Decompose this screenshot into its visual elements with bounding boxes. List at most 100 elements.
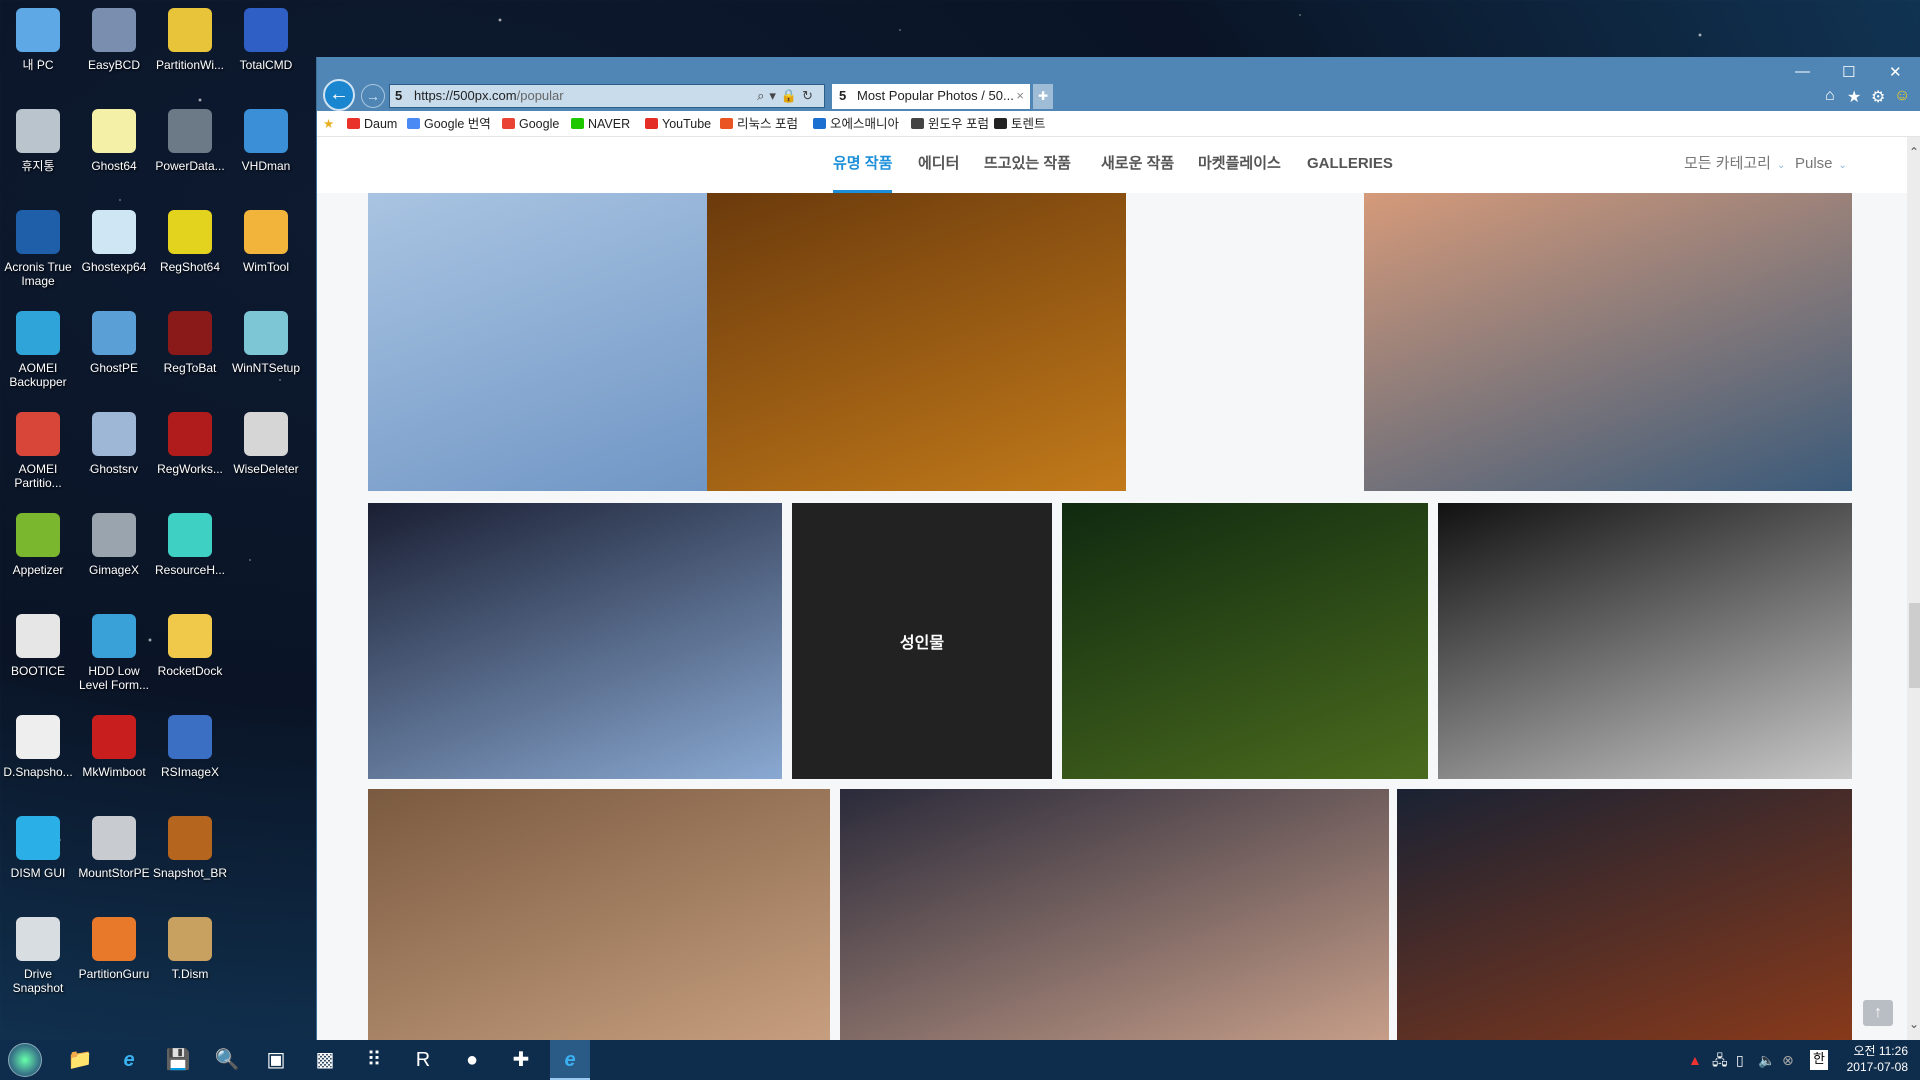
scroll-down-icon[interactable]: ⌄: [1907, 1017, 1920, 1031]
taskbar-transformer-app-icon[interactable]: ▣: [256, 1045, 296, 1075]
desktop-icon[interactable]: WiseDeleter: [228, 406, 304, 476]
smiley-feedback-icon[interactable]: ☺: [1894, 87, 1910, 105]
favorite-link[interactable]: Daum: [347, 111, 397, 137]
taskbar-internet-explorer-icon[interactable]: e: [109, 1045, 149, 1075]
scroll-up-icon[interactable]: ⌃: [1907, 145, 1920, 159]
desktop-icon[interactable]: AOMEI Partitio...: [0, 406, 76, 490]
desktop-icon[interactable]: 휴지통: [0, 103, 76, 173]
favorite-link[interactable]: 토렌트: [994, 111, 1046, 137]
nav-tab[interactable]: 새로운 작품: [1101, 137, 1174, 193]
network-icon[interactable]: 🖧: [1712, 1040, 1728, 1080]
nav-tab[interactable]: 에디터: [918, 137, 959, 193]
tray-close-icon[interactable]: ⊗: [1782, 1040, 1794, 1080]
desktop-icon[interactable]: PowerData...: [152, 103, 228, 173]
desktop-icon[interactable]: RSImageX: [152, 709, 228, 779]
home-icon[interactable]: ⌂: [1825, 87, 1835, 105]
taskbar-network-grid-icon[interactable]: ⠿: [354, 1045, 394, 1075]
desktop-icon[interactable]: WimTool: [228, 204, 304, 274]
desktop-icon[interactable]: T.Dism: [152, 911, 228, 981]
scrollbar-thumb[interactable]: [1909, 603, 1920, 688]
taskbar-internet-explorer-active-icon[interactable]: e: [550, 1040, 590, 1080]
taskbar-color-monitor-icon[interactable]: ▩: [305, 1045, 345, 1075]
desktop-icon[interactable]: RocketDock: [152, 608, 228, 678]
desktop-icon[interactable]: Ghost64: [76, 103, 152, 173]
tray-app-icon[interactable]: ▲: [1688, 1040, 1702, 1080]
settings-gear-icon[interactable]: ⚙: [1871, 87, 1885, 107]
desktop-icon[interactable]: RegWorks...: [152, 406, 228, 476]
desktop-icon[interactable]: PartitionGuru: [76, 911, 152, 981]
favorite-link[interactable]: YouTube: [645, 111, 711, 137]
photo-flowers-on-leaf[interactable]: [368, 503, 782, 779]
nav-tab[interactable]: 마켓플레이스: [1198, 137, 1281, 193]
desktop-icon[interactable]: D.Snapsho...: [0, 709, 76, 779]
sort-filter[interactable]: Pulse ⌄: [1795, 137, 1847, 193]
nav-tab[interactable]: GALLERIES: [1307, 137, 1393, 193]
desktop-icon[interactable]: TotalCMD: [228, 2, 304, 72]
desktop-icon[interactable]: WinNTSetup: [228, 305, 304, 375]
address-bar[interactable]: 5 https://500px.com/popular ⌕▾🔒↻: [389, 84, 825, 108]
desktop-icon[interactable]: Acronis True Image: [0, 204, 76, 288]
favorites-star-icon[interactable]: ★: [1847, 87, 1861, 107]
new-tab-button[interactable]: ✚: [1033, 84, 1053, 109]
forward-button[interactable]: →: [361, 84, 385, 108]
taskbar-appetizer-icon[interactable]: ●: [452, 1045, 492, 1075]
tab-most-popular[interactable]: 5 Most Popular Photos / 50... ×: [832, 84, 1030, 109]
desktop-icon[interactable]: HDD Low Level Form...: [76, 608, 152, 692]
desktop-icon[interactable]: Drive Snapshot: [0, 911, 76, 995]
desktop-icon[interactable]: EasyBCD: [76, 2, 152, 72]
desktop-icon[interactable]: RegToBat: [152, 305, 228, 375]
ime-indicator[interactable]: 한: [1810, 1050, 1828, 1070]
desktop-icon[interactable]: PartitionWi...: [152, 2, 228, 72]
photo-bee[interactable]: [1062, 503, 1428, 779]
taskbar-search-tool-icon[interactable]: 🔍: [207, 1045, 247, 1075]
photo-pier-seascape[interactable]: [1364, 193, 1852, 491]
favorite-link[interactable]: NAVER: [571, 111, 630, 137]
photo-architecture[interactable]: [1438, 503, 1852, 779]
desktop-icon[interactable]: BOOTICE: [0, 608, 76, 678]
taskbar-tools-app-icon[interactable]: ✚: [501, 1045, 541, 1075]
page-scrollbar[interactable]: ⌃ ⌄: [1907, 137, 1920, 1040]
photo-monkeys[interactable]: [368, 789, 830, 1040]
desktop-icon[interactable]: MkWimboot: [76, 709, 152, 779]
taskbar-totalcmd-icon[interactable]: 💾: [158, 1045, 198, 1075]
start-button[interactable]: [8, 1043, 42, 1077]
nav-tab[interactable]: 유명 작품: [833, 137, 893, 193]
desktop-icon[interactable]: 내 PC: [0, 2, 76, 72]
desktop-icon[interactable]: Ghostsrv: [76, 406, 152, 476]
desktop-icon[interactable]: Appetizer: [0, 507, 76, 577]
category-filter[interactable]: 모든 카테고리 ⌄: [1684, 137, 1785, 193]
add-favorite-star-icon[interactable]: ★: [323, 111, 334, 137]
desktop-icon[interactable]: ResourceH...: [152, 507, 228, 577]
favorite-link[interactable]: Google 번역: [407, 111, 491, 137]
favorite-link[interactable]: 오에스매니아: [813, 111, 899, 137]
favorite-link[interactable]: Google: [502, 111, 559, 137]
usb-icon[interactable]: ▯: [1736, 1040, 1744, 1080]
favorite-link[interactable]: 리눅스 포럼: [720, 111, 798, 137]
desktop-icon[interactable]: AOMEI Backupper: [0, 305, 76, 389]
taskbar-file-explorer-icon[interactable]: 📁: [60, 1045, 100, 1075]
maximize-button[interactable]: ☐: [1842, 63, 1855, 81]
desktop-icon[interactable]: MountStorPE: [76, 810, 152, 880]
nav-tab[interactable]: 뜨고있는 작품: [984, 137, 1071, 193]
desktop-icon[interactable]: GimageX: [76, 507, 152, 577]
photo-mountains[interactable]: [840, 789, 1389, 1040]
desktop-icon[interactable]: RegShot64: [152, 204, 228, 274]
desktop-icon[interactable]: GhostPE: [76, 305, 152, 375]
tab-close-icon[interactable]: ×: [1016, 84, 1024, 108]
photo-adult-content[interactable]: 성인물: [792, 503, 1052, 779]
address-tools-icons[interactable]: ⌕▾🔒↻: [757, 85, 818, 107]
volume-icon[interactable]: 🔈: [1758, 1040, 1775, 1080]
desktop-icon[interactable]: Ghostexp64: [76, 204, 152, 274]
favorite-link[interactable]: 윈도우 포럼: [911, 111, 989, 137]
taskbar-rocketdock-icon[interactable]: R: [403, 1045, 443, 1075]
close-button[interactable]: ✕: [1889, 63, 1902, 81]
minimize-button[interactable]: —: [1795, 63, 1810, 80]
scroll-to-top-button[interactable]: ↑: [1863, 1000, 1893, 1026]
desktop-icon[interactable]: Snapshot_BR: [152, 810, 228, 880]
photo-woman-flowers[interactable]: [1397, 789, 1852, 1040]
desktop-icon[interactable]: VHDman: [228, 103, 304, 173]
clock[interactable]: 오전 11:26 2017-07-08: [1847, 1043, 1908, 1075]
photo-rhino[interactable]: [707, 193, 1126, 491]
back-button[interactable]: ←: [323, 79, 355, 111]
desktop-icon[interactable]: DISM GUI: [0, 810, 76, 880]
